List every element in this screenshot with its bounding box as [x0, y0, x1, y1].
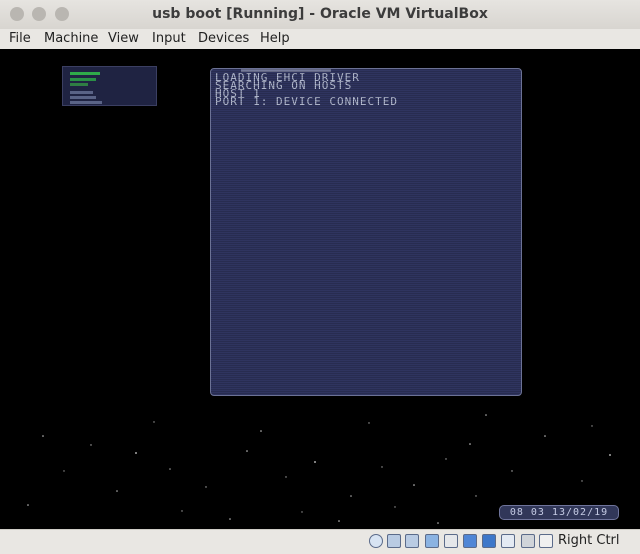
menu-devices[interactable]: Devices [198, 31, 249, 46]
scanline-overlay [211, 69, 521, 395]
network-icon[interactable] [405, 534, 419, 548]
shared-folder-icon[interactable] [425, 534, 439, 548]
menu-file[interactable]: File [9, 31, 31, 46]
menu-view[interactable]: View [108, 31, 139, 46]
virtualization-icon[interactable] [501, 534, 515, 548]
console-window: LOADING EHCI DRIVER SEARCHING ON HOSTS H… [210, 68, 522, 396]
host-key-label: Right Ctrl [558, 533, 620, 548]
audio-icon[interactable] [482, 534, 496, 548]
mouse-integration-icon[interactable] [521, 534, 535, 548]
usb-icon[interactable] [387, 534, 401, 548]
window-title: usb boot [Running] - Oracle VM VirtualBo… [152, 6, 488, 22]
menu-help[interactable]: Help [260, 31, 290, 46]
menu-input[interactable]: Input [152, 31, 186, 46]
mini-menu-panel [62, 66, 157, 106]
menu-bar: File Machine View Input Devices Help [0, 29, 640, 50]
video-capture-icon[interactable] [463, 534, 477, 548]
clock-display: 08 03 13/02/19 [499, 505, 619, 520]
keyboard-capture-icon[interactable] [539, 534, 553, 548]
console-line-4: PORT 1: DEVICE CONNECTED [215, 95, 398, 108]
display-icon[interactable] [444, 534, 458, 548]
vm-display[interactable]: LOADING EHCI DRIVER SEARCHING ON HOSTS H… [0, 49, 640, 529]
optical-drive-icon[interactable] [369, 534, 383, 548]
window-titlebar: usb boot [Running] - Oracle VM VirtualBo… [0, 0, 640, 30]
status-bar: Right Ctrl [0, 529, 640, 554]
menu-machine[interactable]: Machine [44, 31, 98, 46]
